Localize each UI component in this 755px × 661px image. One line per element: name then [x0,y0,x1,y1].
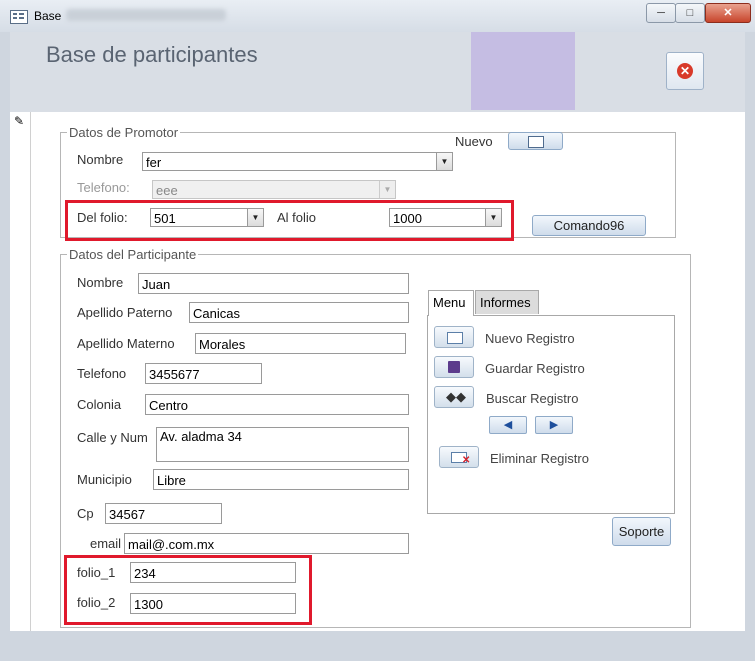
form-icon [527,136,544,148]
close-icon: ✕ [677,63,693,79]
eliminar-registro-button[interactable]: ✕ [439,446,479,468]
calle-label: Calle y Num [77,430,148,445]
dropdown-arrow-icon[interactable]: ▼ [379,181,395,198]
promotor-telefono-combo[interactable]: eee ▼ [152,180,396,199]
previous-record-button[interactable]: ◀ [489,416,527,434]
promotor-nombre-combo[interactable]: fer ▼ [142,152,453,171]
window-frame-bottom [0,631,755,661]
calle-field[interactable]: Av. aladma 34 [156,427,409,462]
close-window-button[interactable]: ✕ [705,3,751,23]
colonia-field[interactable]: Centro [145,394,409,415]
arrow-left-icon: ◀ [503,419,513,431]
buscar-registro-button[interactable]: ◆◆ [434,386,474,408]
page-title: Base de participantes [46,42,258,67]
nombre-field[interactable]: Juan [138,273,409,294]
new-record-icon [447,332,463,344]
form-icon [10,10,28,24]
close-form-button[interactable]: ✕ [666,52,704,90]
window-frame-left [0,32,10,661]
nuevo-button[interactable] [508,132,563,150]
maximize-button[interactable]: □ [675,3,705,23]
pencil-icon: ✎ [14,114,25,128]
folio-2-field[interactable]: 1300 [130,593,296,614]
window-title: Base [34,9,62,23]
participante-group-label: Datos del Participante [67,247,199,262]
del-folio-value: 501 [154,211,176,226]
record-selector[interactable] [10,112,31,631]
al-folio-value: 1000 [393,211,422,226]
colonia-label: Colonia [77,397,122,412]
nuevo-registro-button[interactable] [434,326,474,348]
promotor-nombre-value: fer [146,155,162,170]
minimize-button[interactable]: ─ [646,3,676,23]
apellido-materno-field[interactable]: Morales [195,333,406,354]
tab-menu[interactable]: Menu [428,290,474,316]
telefono-label: Telefono [77,366,127,381]
cp-field[interactable]: 34567 [105,503,222,524]
folio-1-label: folio_1 [77,565,116,580]
arrow-right-icon: ▶ [549,419,559,431]
apellido-paterno-label: Apellido Paterno [77,305,173,320]
dropdown-arrow-icon[interactable]: ▼ [485,209,501,226]
promotor-telefono-label: Telefono: [77,180,130,195]
guardar-registro-button[interactable] [434,356,474,378]
blurred-title-text [66,9,226,21]
binoculars-icon: ◆◆ [446,389,466,404]
window-frame-right [745,32,755,661]
folio-2-label: folio_2 [77,595,116,610]
email-field[interactable]: mail@.com.mx [124,533,409,554]
header-image [471,32,575,110]
del-folio-label: Del folio: [77,210,128,225]
buscar-registro-label: Buscar Registro [486,391,579,406]
promotor-group-label: Datos de Promotor [67,125,181,140]
delete-x-icon: ✕ [462,455,471,466]
tab-informes[interactable]: Informes [475,290,539,314]
dropdown-arrow-icon[interactable]: ▼ [436,153,452,170]
guardar-registro-label: Guardar Registro [485,361,585,376]
nuevo-registro-label: Nuevo Registro [485,331,575,346]
email-label: email [90,536,122,551]
nuevo-label: Nuevo [455,134,493,149]
promotor-nombre-label: Nombre [77,152,124,167]
cp-label: Cp [77,506,94,521]
telefono-field[interactable]: 3455677 [145,363,262,384]
soporte-button[interactable]: Soporte [612,517,671,546]
dropdown-arrow-icon[interactable]: ▼ [247,209,263,226]
comando96-button[interactable]: Comando96 [532,215,646,236]
municipio-field[interactable]: Libre [153,469,409,490]
folio-1-field[interactable]: 234 [130,562,296,583]
municipio-label: Municipio [77,472,132,487]
apellido-materno-label: Apellido Materno [77,336,175,351]
nombre-label: Nombre [77,275,124,290]
al-folio-label: Al folio [277,210,317,225]
al-folio-combo[interactable]: 1000 ▼ [389,208,502,227]
del-folio-combo[interactable]: 501 ▼ [150,208,264,227]
eliminar-registro-label: Eliminar Registro [490,451,589,466]
promotor-telefono-value: eee [156,183,178,198]
apellido-paterno-field[interactable]: Canicas [189,302,409,323]
save-icon [448,361,460,373]
next-record-button[interactable]: ▶ [535,416,573,434]
